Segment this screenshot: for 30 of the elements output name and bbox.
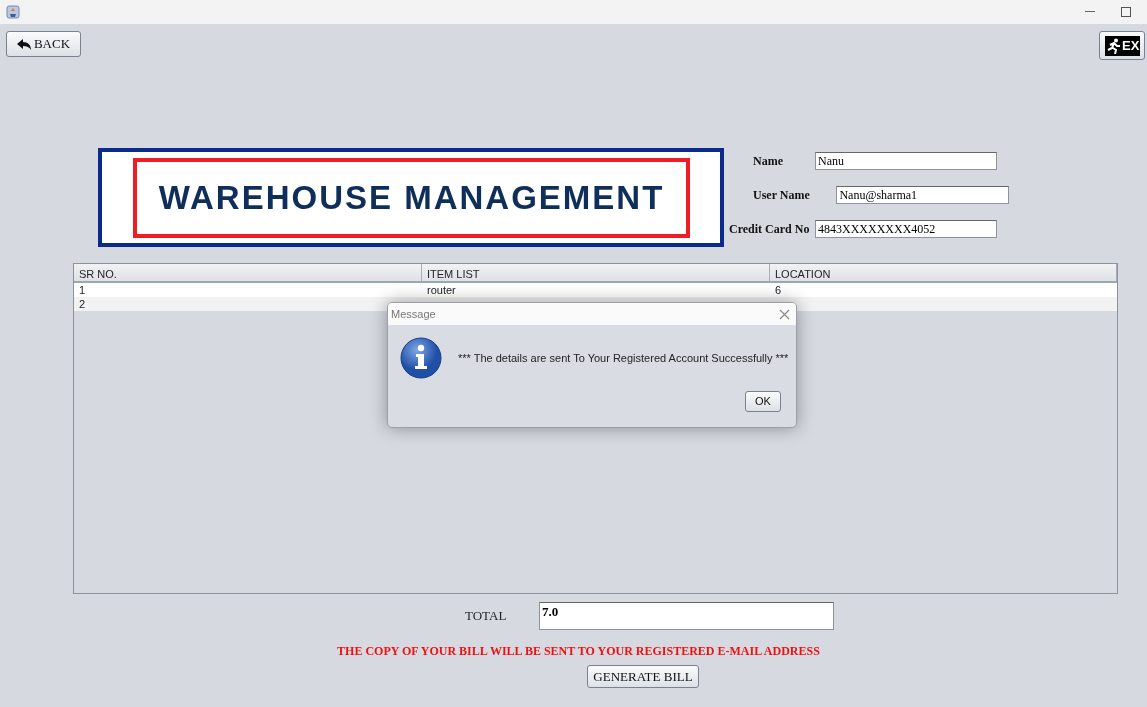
column-header[interactable]: LOCATION <box>770 264 1117 281</box>
table-cell: 6 <box>775 284 782 296</box>
minimize-icon[interactable] <box>1085 11 1095 13</box>
text-field[interactable]: Nanu@sharma1 <box>836 186 1009 204</box>
app-icon <box>6 5 20 19</box>
back-arrow-icon <box>16 38 31 50</box>
logo-title: WAREHOUSE MANAGEMENT <box>158 178 665 219</box>
field-label: Credit Card No <box>729 221 811 238</box>
table-cell: router <box>427 284 456 296</box>
total-field[interactable]: 7.0 <box>539 602 834 630</box>
dialog-title: Message <box>391 306 436 322</box>
table-cell: 2 <box>79 298 86 310</box>
text-field[interactable]: 4843XXXXXXXX4052 <box>815 220 997 238</box>
ok-button[interactable]: OK <box>745 391 781 412</box>
back-button[interactable]: BACK <box>6 31 81 57</box>
total-label: TOTAL <box>465 607 508 626</box>
exit-button[interactable]: EX <box>1099 31 1145 60</box>
maximize-icon[interactable] <box>1121 7 1131 17</box>
table-cell: 1 <box>79 284 86 296</box>
generate-bill-button[interactable]: GENERATE BILL <box>587 665 699 688</box>
bill-notice: THE COPY OF YOUR BILL WILL BE SENT TO YOUR REGISTERED E-MAIL ADDRESS <box>337 644 820 658</box>
info-icon <box>400 337 442 379</box>
field-label: Name <box>752 153 784 170</box>
running-person-icon <box>1107 37 1121 54</box>
close-icon[interactable] <box>779 308 790 320</box>
column-header[interactable]: SR NO. <box>74 264 422 281</box>
text-field[interactable]: Nanu <box>815 152 997 170</box>
field-label: User Name <box>752 187 811 204</box>
dialog-message: *** The details are sent To Your Registered Account Successfully *** <box>458 350 789 366</box>
column-header[interactable]: ITEM LIST <box>422 264 770 281</box>
